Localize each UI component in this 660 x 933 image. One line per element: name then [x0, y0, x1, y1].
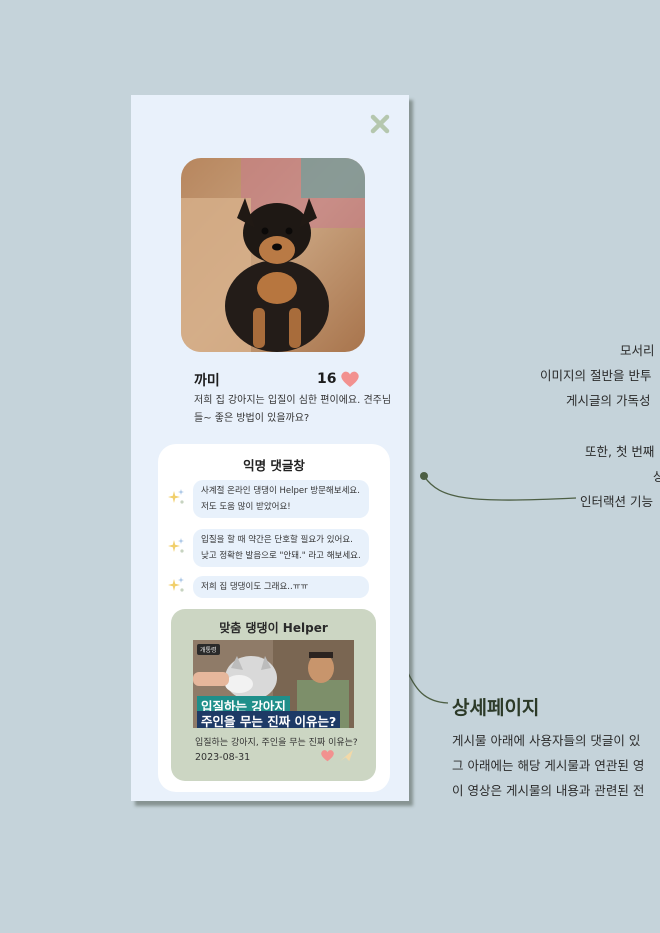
video-actions — [320, 749, 354, 762]
annotation-text: 인터랙션 기능 — [580, 494, 653, 509]
annotation-text: 상 — [653, 469, 660, 484]
annotation-text: 또한, 첫 번째 — [585, 444, 655, 459]
video-caption: 입질하는 강아지, 주인을 무는 진짜 이유는? — [195, 738, 358, 748]
video-date: 2023-08-31 — [195, 752, 251, 763]
annotation-text: 이미지의 절반을 반투 — [540, 368, 652, 383]
share-icon[interactable] — [339, 749, 354, 762]
annotation-text: 모서리 — [620, 343, 655, 358]
heart-icon[interactable] — [340, 370, 360, 388]
like-count: 16 — [317, 371, 337, 387]
post-photo — [181, 158, 365, 352]
sparkle-avatar-icon — [168, 538, 184, 553]
comment-item: 사계절 온라인 댕댕이 Helper 방문해보세요. 저도 도움 많이 받았어요… — [193, 480, 369, 518]
video-thumbnail[interactable]: 개통령 입질하는 강아지 주인을 무는 진짜 이유는? — [193, 640, 354, 728]
post-title: 까미 — [194, 373, 220, 389]
annotation-text: 이 영상은 게시물의 내용과 관련된 전 — [452, 783, 645, 798]
like-group: 16 — [317, 370, 360, 388]
close-icon[interactable] — [369, 113, 391, 135]
heart-icon[interactable] — [320, 749, 335, 762]
annotation-text: 게시물 아래에 사용자들의 댓글이 있 — [452, 733, 641, 748]
comment-item: 입질을 할 때 약간은 단호할 필요가 있어요. 낮고 정확한 발음으로 "안돼… — [193, 529, 369, 567]
connector-dot-1 — [420, 472, 428, 480]
comment-section: 익명 댓글창 사계절 온라인 댕댕이 Helper 방문해보세요. 저도 도움 … — [158, 444, 390, 792]
section-heading: 상세페이지 — [452, 697, 540, 719]
post-body: 저희 집 강아지는 입질이 심한 편이에요. 견주님들~ 좋은 방법이 있을까요… — [194, 395, 392, 424]
sparkle-avatar-icon — [168, 489, 184, 504]
comment-section-title: 익명 댓글창 — [243, 458, 305, 473]
detail-page-mockup: 까미 16 저희 집 강아지는 입질이 심한 편이에요. 견주님들~ 좋은 방법… — [131, 95, 409, 801]
annotation-text: 그 아래에는 해당 게시물과 연관된 영 — [452, 758, 645, 773]
video-overlay-line2: 주인을 무는 진짜 이유는? — [197, 711, 341, 728]
comment-item: 저희 집 댕댕이도 그래요..ㅠㅠ — [193, 576, 369, 598]
helper-title: 맞춤 댕댕이 Helper — [219, 621, 328, 635]
helper-card: 맞춤 댕댕이 Helper 개통령 입질하는 강아지 주인을 무는 진짜 이유는… — [171, 609, 376, 781]
sparkle-avatar-icon — [168, 577, 184, 592]
video-channel-tag: 개통령 — [197, 644, 220, 655]
annotation-text: 게시글의 가독성 — [566, 393, 651, 408]
